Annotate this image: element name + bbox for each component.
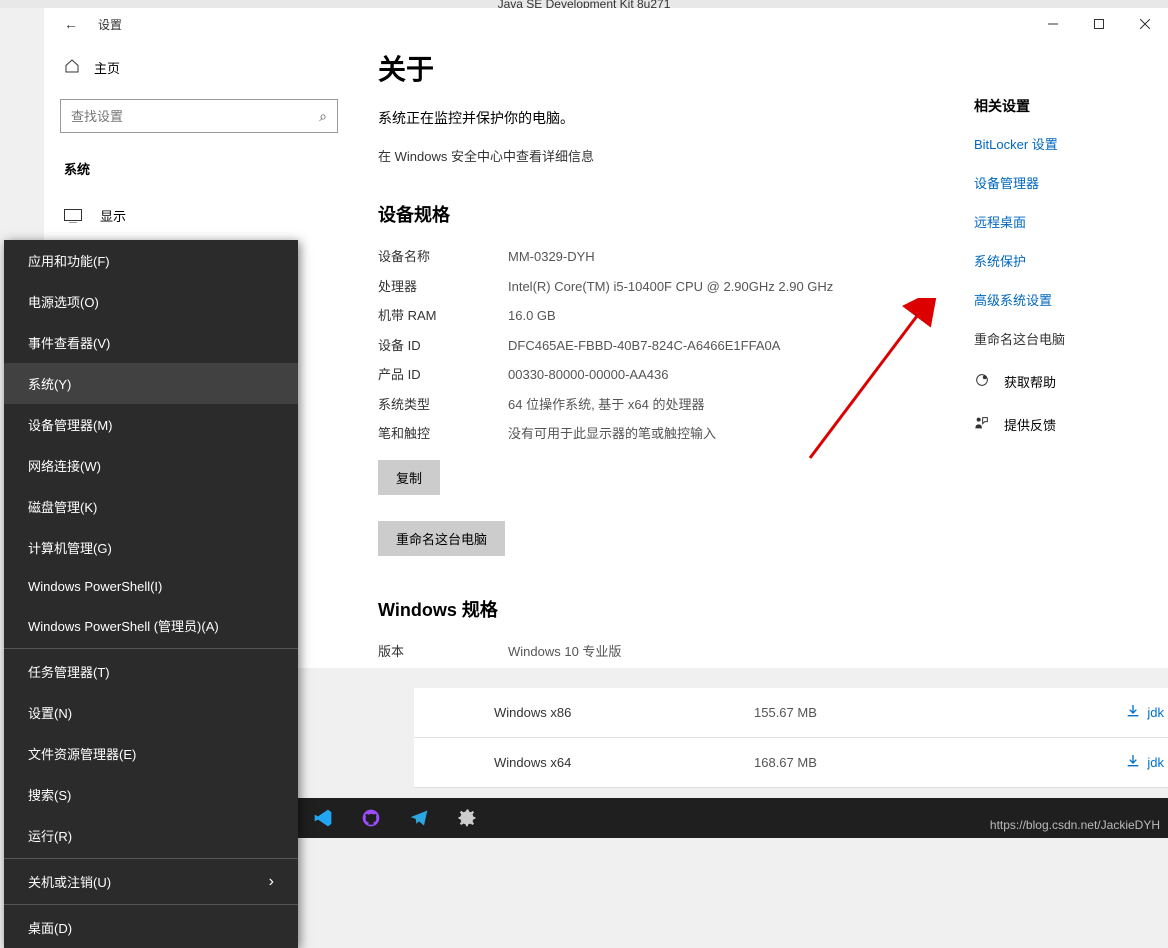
device-spec-head: 设备规格 [378, 201, 908, 227]
dl-os: Windows x64 [414, 755, 754, 770]
home-label: 主页 [94, 58, 120, 77]
spec-devid: 设备 IDDFC465AE-FBBD-40B7-824C-A6466E1FFA0… [378, 336, 908, 356]
menu-item[interactable]: 桌面(D) [4, 907, 298, 948]
menu-item[interactable]: Windows PowerShell(I) [4, 568, 298, 605]
menu-item[interactable]: 网络连接(W) [4, 445, 298, 486]
github-icon[interactable] [360, 807, 382, 829]
download-icon [1125, 703, 1141, 722]
search-field[interactable] [71, 109, 319, 124]
copy-button[interactable]: 复制 [378, 460, 440, 495]
menu-item[interactable]: 关机或注销(U) [4, 861, 298, 902]
settings-gear-icon[interactable] [456, 807, 478, 829]
category-label: 系统 [60, 149, 354, 196]
get-help[interactable]: 获取帮助 [974, 372, 1144, 391]
link-advanced-settings[interactable]: 高级系统设置 [974, 290, 1144, 309]
download-icon [1125, 753, 1141, 772]
give-feedback[interactable]: 提供反馈 [974, 415, 1144, 434]
download-row: Windows x86 155.67 MB jdk [414, 688, 1168, 738]
menu-item[interactable]: 搜索(S) [4, 774, 298, 815]
windows-spec-head: Windows 规格 [378, 596, 908, 622]
link-system-protect[interactable]: 系统保护 [974, 251, 1144, 270]
spec-systype: 系统类型64 位操作系统, 基于 x64 的处理器 [378, 395, 908, 415]
spec-device-name: 设备名称MM-0329-DYH [378, 247, 908, 267]
dl-link[interactable]: jdk [1054, 753, 1168, 772]
dl-size: 155.67 MB [754, 705, 1054, 720]
menu-item[interactable]: 系统(Y) [4, 363, 298, 404]
dl-link[interactable]: jdk [1054, 703, 1168, 722]
vscode-icon[interactable] [312, 807, 334, 829]
link-device-manager[interactable]: 设备管理器 [974, 173, 1144, 192]
menu-item[interactable]: 文件资源管理器(E) [4, 733, 298, 774]
menu-separator [4, 648, 298, 649]
home-link[interactable]: 主页 [60, 48, 354, 87]
back-icon[interactable]: ← [64, 16, 78, 32]
menu-item[interactable]: 设备管理器(M) [4, 404, 298, 445]
feedback-icon [974, 415, 990, 434]
dl-size: 168.67 MB [754, 755, 1054, 770]
menu-item[interactable]: 运行(R) [4, 815, 298, 856]
link-bitlocker[interactable]: BitLocker 设置 [974, 134, 1144, 153]
display-icon [64, 209, 82, 223]
help-icon [974, 372, 990, 391]
menu-separator [4, 858, 298, 859]
protect-line: 系统正在监控并保护你的电脑。 [378, 108, 908, 128]
page-title: 关于 [378, 48, 908, 88]
window-title: 设置 [98, 16, 122, 33]
nav-display[interactable]: 显示 [60, 196, 354, 235]
home-icon [64, 58, 80, 77]
spec-cpu: 处理器Intel(R) Core(TM) i5-10400F CPU @ 2.9… [378, 277, 908, 297]
link-remote-desktop[interactable]: 远程桌面 [974, 212, 1144, 231]
menu-item[interactable]: 任务管理器(T) [4, 651, 298, 692]
related-links: 相关设置 BitLocker 设置 设备管理器 远程桌面 系统保护 高级系统设置… [974, 96, 1144, 434]
main-content: 关于 系统正在监控并保护你的电脑。 在 Windows 安全中心中查看详细信息 … [354, 8, 1168, 668]
search-input[interactable]: ⌕ [60, 99, 338, 133]
link-rename-pc[interactable]: 重命名这台电脑 [974, 329, 1144, 348]
download-row: Windows x64 168.67 MB jdk [414, 738, 1168, 788]
dl-os: Windows x86 [414, 705, 754, 720]
spec-pen: 笔和触控没有可用于此显示器的笔或触控输入 [378, 424, 908, 444]
menu-item[interactable]: 设置(N) [4, 692, 298, 733]
rename-button[interactable]: 重命名这台电脑 [378, 521, 505, 556]
winx-context-menu: 应用和功能(F)电源选项(O)事件查看器(V)系统(Y)设备管理器(M)网络连接… [4, 240, 298, 948]
menu-item[interactable]: 磁盘管理(K) [4, 486, 298, 527]
spec-edition: 版本Windows 10 专业版 [378, 642, 908, 662]
menu-item[interactable]: 计算机管理(G) [4, 527, 298, 568]
spec-prodid: 产品 ID00330-80000-00000-AA436 [378, 365, 908, 385]
spec-ram: 机带 RAM16.0 GB [378, 306, 908, 326]
related-head: 相关设置 [974, 96, 1144, 116]
menu-item[interactable]: 事件查看器(V) [4, 322, 298, 363]
watermark: https://blog.csdn.net/JackieDYH [990, 818, 1160, 832]
menu-item[interactable]: 应用和功能(F) [4, 240, 298, 281]
nav-display-label: 显示 [100, 206, 126, 225]
telegram-icon[interactable] [408, 807, 430, 829]
background-title-bar: Java SE Development Kit 8u271 [0, 0, 1168, 8]
security-link[interactable]: 在 Windows 安全中心中查看详细信息 [378, 146, 908, 165]
menu-separator [4, 904, 298, 905]
download-table: Windows x86 155.67 MB jdk Windows x64 16… [414, 688, 1168, 788]
search-icon: ⌕ [319, 108, 327, 125]
menu-item[interactable]: Windows PowerShell (管理员)(A) [4, 605, 298, 646]
menu-item[interactable]: 电源选项(O) [4, 281, 298, 322]
